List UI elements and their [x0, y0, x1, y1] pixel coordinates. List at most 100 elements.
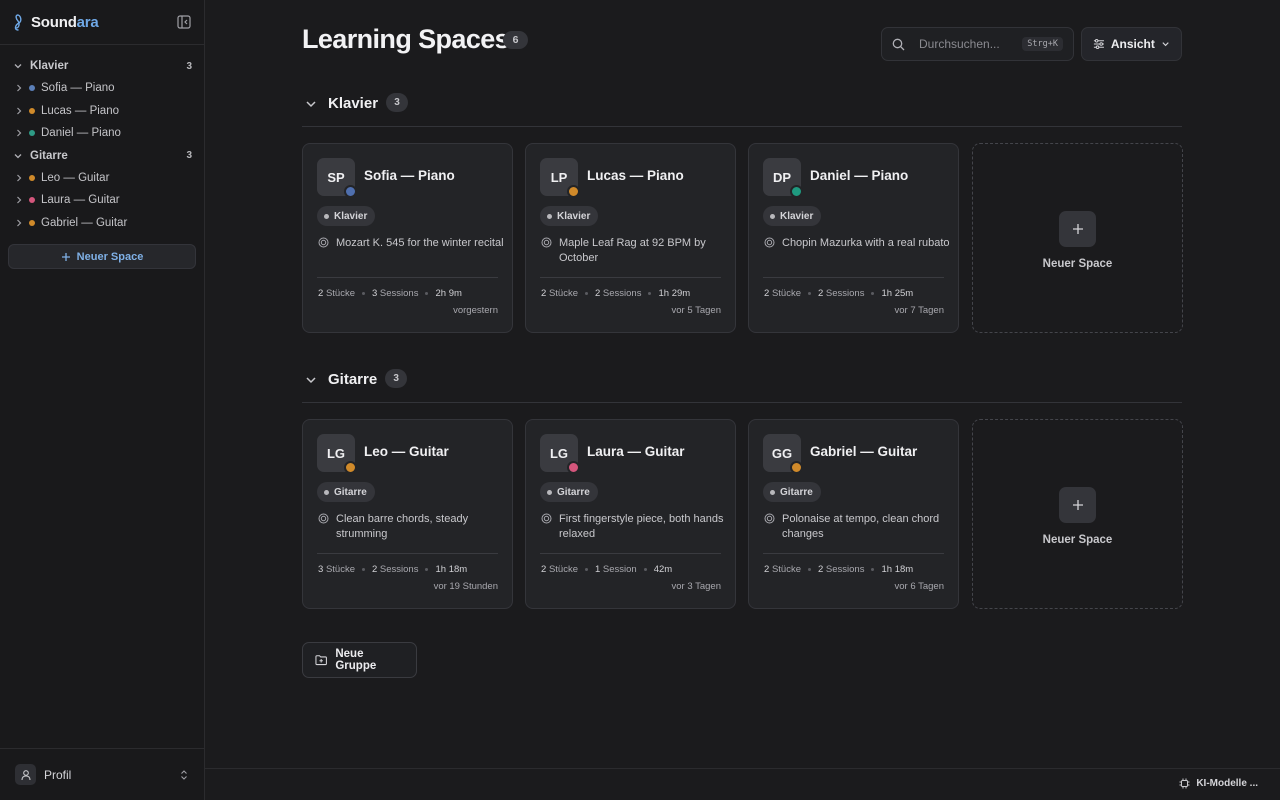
- ai-models-label: KI-Modelle ...: [1196, 778, 1258, 789]
- stat-separator: [871, 568, 875, 571]
- space-card-lucas-piano[interactable]: LP Lucas — Piano Klavier Maple Leaf Rag …: [525, 143, 736, 333]
- tree-group-klavier[interactable]: Klavier 3: [0, 55, 204, 77]
- target-icon: [764, 513, 775, 524]
- status-dot: [567, 185, 580, 198]
- status-dot: [344, 461, 357, 474]
- sessions-count: 2: [817, 288, 824, 299]
- group-tag: Klavier: [317, 206, 376, 226]
- new-space-card-gitarre[interactable]: Neuer Space: [972, 419, 1183, 609]
- tree-item-sofia-piano[interactable]: Sofia — Piano: [0, 77, 204, 100]
- sessions-label: Sessions: [825, 288, 865, 299]
- stat-separator: [871, 292, 875, 295]
- sessions-count: 1: [594, 564, 601, 575]
- space-name: Laura — Guitar: [587, 444, 685, 459]
- tree-item-daniel-piano[interactable]: Daniel — Piano: [0, 122, 204, 145]
- practice-duration: 42m: [653, 564, 673, 575]
- section-collapse-chevron-icon[interactable]: [302, 95, 320, 113]
- space-card-gabriel-guitar[interactable]: GG Gabriel — Guitar Gitarre Polonaise at…: [748, 419, 959, 609]
- pieces-stat: 2 Stücke: [764, 564, 801, 575]
- pieces-stat: 2 Stücke: [541, 564, 578, 575]
- tree-item-gabriel-guitar[interactable]: Gabriel — Guitar: [0, 212, 204, 235]
- practice-duration: 1h 18m: [881, 564, 914, 575]
- space-color-dot: [29, 130, 35, 137]
- sidebar-panel-icon: [177, 15, 191, 29]
- space-goal: Clean barre chords, steady strumming: [336, 513, 469, 540]
- practice-duration: 1h 25m: [881, 288, 914, 299]
- divider: [317, 277, 498, 278]
- sessions-label: Session: [602, 564, 637, 575]
- target-icon: [541, 513, 552, 524]
- brand-name: Soundara: [31, 14, 99, 31]
- space-card-daniel-piano[interactable]: DP Daniel — Piano Klavier Chopin Mazurka…: [748, 143, 959, 333]
- tree-item-lucas-piano[interactable]: Lucas — Piano: [0, 100, 204, 123]
- chevron-right-icon: [17, 84, 22, 92]
- ai-models-button[interactable]: KI-Modelle ...: [1179, 778, 1258, 789]
- stat-separator: [361, 292, 365, 295]
- tag-dot: [547, 489, 552, 495]
- view-options-button[interactable]: Ansicht: [1081, 27, 1182, 61]
- page-title: Learning Spaces: [302, 24, 510, 54]
- search-placeholder: Durchsuchen...: [919, 37, 1000, 51]
- chevron-down-icon: [14, 64, 22, 69]
- avatar: [15, 764, 36, 785]
- pieces-count: 2: [318, 288, 324, 299]
- sidebar-new-space-button[interactable]: Neuer Space: [8, 244, 196, 269]
- sessions-label: Sessions: [602, 288, 642, 299]
- chevron-right-icon: [17, 196, 22, 204]
- divider: [540, 277, 721, 278]
- section-count-badge: 3: [385, 369, 408, 388]
- space-card-laura-guitar[interactable]: LG Laura — Guitar Gitarre First fingerst…: [525, 419, 736, 609]
- section-title: Klavier: [328, 95, 379, 112]
- tag-dot: [770, 213, 775, 219]
- space-count-badge: 6: [503, 31, 528, 49]
- search-input[interactable]: Durchsuchen... Strg+K: [881, 27, 1074, 61]
- group-tag-label: Gitarre: [780, 486, 813, 498]
- collapse-sidebar-button[interactable]: [174, 12, 194, 32]
- tree-item-laura-guitar[interactable]: Laura — Guitar: [0, 189, 204, 212]
- status-dot: [567, 461, 580, 474]
- stat-separator: [584, 568, 588, 571]
- divider: [763, 553, 944, 554]
- pieces-stat: 3 Stücke: [318, 564, 355, 575]
- folder-plus-icon: [315, 655, 327, 666]
- target-icon: [318, 513, 329, 524]
- new-group-button[interactable]: Neue Gruppe: [302, 642, 417, 678]
- tree-item-leo-guitar[interactable]: Leo — Guitar: [0, 167, 204, 190]
- new-space-label: Neuer Space: [1042, 533, 1113, 546]
- tree-item-label: Daniel — Piano: [41, 127, 121, 140]
- pieces-label: Stücke: [325, 288, 355, 299]
- space-card-leo-guitar[interactable]: LG Leo — Guitar Gitarre Clean barre chor…: [302, 419, 513, 609]
- stat-separator: [425, 568, 429, 571]
- profile-menu[interactable]: Profil: [0, 748, 204, 800]
- last-activity: vor 5 Tagen: [671, 305, 721, 316]
- plus-icon: [1072, 499, 1083, 510]
- space-stats: 3 Stücke 2 Sessions 1h 18m: [318, 564, 467, 575]
- group-tag-label: Klavier: [334, 210, 368, 222]
- tree-group-label: Klavier: [30, 60, 69, 72]
- stat-separator: [807, 292, 811, 295]
- pieces-label: Stücke: [548, 288, 578, 299]
- pieces-stat: 2 Stücke: [764, 288, 801, 299]
- chevron-down-icon: [1162, 42, 1169, 47]
- space-tree: Klavier 3 Sofia — Piano Lucas — Piano Da…: [0, 45, 204, 234]
- plus-button: [1059, 210, 1096, 247]
- group-tag-label: Gitarre: [334, 486, 367, 498]
- last-activity: vor 19 Stunden: [433, 581, 498, 592]
- group-tag-label: Klavier: [557, 210, 591, 222]
- tree-item-label: Sofia — Piano: [41, 82, 115, 95]
- space-color-dot: [29, 85, 35, 92]
- sessions-count: 2: [817, 564, 824, 575]
- section-collapse-chevron-icon[interactable]: [302, 371, 320, 389]
- tree-group-count: 3: [186, 150, 192, 161]
- chevron-right-icon: [17, 219, 22, 227]
- sessions-label: Sessions: [379, 288, 419, 299]
- group-tag: Klavier: [540, 206, 599, 226]
- pieces-label: Stücke: [325, 564, 355, 575]
- space-card-sofia-piano[interactable]: SP Sofia — Piano Klavier Mozart K. 545 f…: [302, 143, 513, 333]
- new-space-card-klavier[interactable]: Neuer Space: [972, 143, 1183, 333]
- stat-separator: [648, 292, 652, 295]
- treble-clef-logo-icon: [10, 13, 26, 31]
- tree-group-gitarre[interactable]: Gitarre 3: [0, 145, 204, 167]
- tree-item-label: Laura — Guitar: [41, 194, 120, 207]
- pieces-count: 2: [764, 564, 770, 575]
